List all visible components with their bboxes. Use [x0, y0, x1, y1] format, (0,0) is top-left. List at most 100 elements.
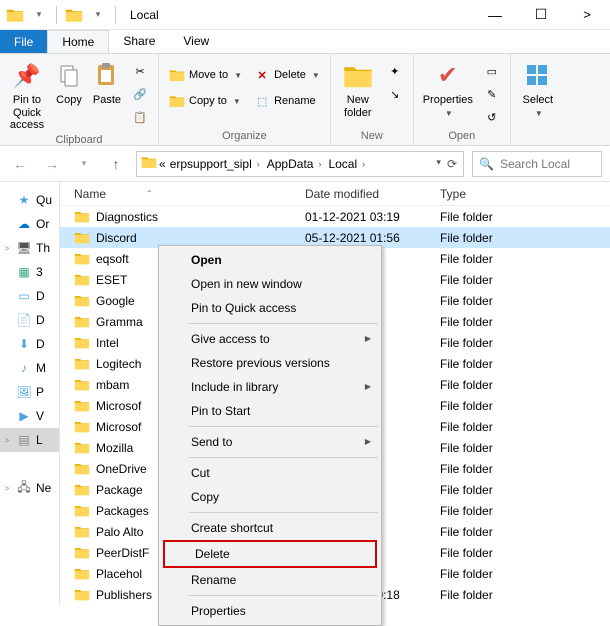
select-button[interactable]: Select ▼ — [517, 58, 559, 118]
cloud-icon: ☁ — [16, 216, 32, 232]
file-type: File folder — [440, 462, 610, 476]
file-type: File folder — [440, 546, 610, 560]
sidebar-item[interactable]: ⬇D — [0, 332, 59, 356]
folder-icon — [74, 504, 90, 518]
music-icon: ♪ — [16, 360, 32, 376]
search-box[interactable]: 🔍 Search Local — [472, 151, 602, 177]
copy-path-small-button[interactable]: 🔗 — [128, 83, 152, 105]
paste-shortcut-small-button[interactable]: 📋 — [128, 106, 152, 128]
breadcrumb-item[interactable]: erpsupport_sipl› — [168, 157, 265, 171]
new-item-button[interactable]: ✦ — [383, 60, 407, 82]
file-type: File folder — [440, 483, 610, 497]
tab-view[interactable]: View — [169, 30, 223, 53]
column-headers[interactable]: Name⌃ Date modified Type — [60, 182, 610, 206]
ctx-restore-versions[interactable]: Restore previous versions — [161, 351, 379, 375]
ctx-delete[interactable]: Delete — [165, 542, 375, 566]
move-to-button[interactable]: Move to▼ — [165, 64, 246, 86]
ctx-open-new-window[interactable]: Open in new window — [161, 272, 379, 296]
sidebar-item[interactable]: >🖥Th — [0, 236, 59, 260]
minimize-button[interactable]: — — [472, 0, 518, 30]
file-type: File folder — [440, 525, 610, 539]
tab-file[interactable]: File — [0, 30, 47, 53]
properties-button[interactable]: ✔ Properties ▼ — [420, 58, 476, 118]
tab-share[interactable]: Share — [109, 30, 169, 53]
folder-icon — [74, 315, 90, 329]
sidebar-item[interactable]: ♪M — [0, 356, 59, 380]
folder-icon — [4, 4, 26, 26]
sidebar-item[interactable]: ☁Or — [0, 212, 59, 236]
pin-to-quick-access-button[interactable]: 📌 Pin to Quick access — [6, 58, 48, 132]
ctx-open[interactable]: Open — [161, 248, 379, 272]
col-type[interactable]: Type — [440, 187, 610, 201]
sidebar-item[interactable]: 📄D — [0, 308, 59, 332]
file-name: Package — [96, 483, 143, 497]
ctx-include-in-library[interactable]: Include in library — [161, 375, 379, 399]
doc-icon: 📄 — [16, 312, 32, 328]
maximize-button[interactable]: ☐ — [518, 0, 564, 30]
qat-overflow-icon[interactable]: ▾ — [28, 4, 50, 26]
sidebar-item[interactable] — [0, 452, 59, 476]
file-name: Discord — [96, 231, 137, 245]
copy-button[interactable]: Copy — [52, 58, 86, 107]
ctx-copy[interactable]: Copy — [161, 485, 379, 509]
sidebar-item[interactable]: ▶V — [0, 404, 59, 428]
sidebar-item[interactable]: ▦3 — [0, 260, 59, 284]
col-date[interactable]: Date modified — [305, 187, 440, 201]
address-bar[interactable]: « erpsupport_sipl› AppData› Local› ▾ ⟳ — [136, 151, 464, 177]
ctx-give-access-to[interactable]: Give access to — [161, 327, 379, 351]
tab-home[interactable]: Home — [47, 30, 109, 53]
file-type: File folder — [440, 399, 610, 413]
forward-button[interactable]: → — [40, 152, 64, 176]
chevron-down-icon[interactable]: ▾ — [87, 4, 109, 26]
new-folder-button[interactable]: New folder — [337, 58, 379, 119]
recent-locations-button[interactable]: ▾ — [72, 152, 96, 176]
close-button[interactable]: > — [564, 0, 610, 30]
ctx-create-shortcut[interactable]: Create shortcut — [161, 516, 379, 540]
move-to-icon — [169, 67, 185, 83]
ctx-rename[interactable]: Rename — [161, 568, 379, 592]
back-button[interactable]: ← — [8, 152, 32, 176]
ctx-properties[interactable]: Properties — [161, 599, 379, 623]
ctx-pin-quick-access[interactable]: Pin to Quick access — [161, 296, 379, 320]
folder-icon — [74, 525, 90, 539]
sidebar-item[interactable]: >▤L — [0, 428, 59, 452]
file-type: File folder — [440, 504, 610, 518]
sidebar-item-label: V — [36, 409, 44, 423]
new-folder-icon — [342, 60, 374, 92]
refresh-icon[interactable]: ⟳ — [447, 157, 457, 171]
history-icon: ↺ — [484, 109, 500, 125]
col-name[interactable]: Name — [74, 187, 106, 201]
pc-icon: 🖥 — [16, 240, 32, 256]
cut-small-button[interactable]: ✂ — [128, 60, 152, 82]
sidebar-item-label: Th — [36, 241, 50, 255]
sidebar-item[interactable]: ★Qu — [0, 188, 59, 212]
breadcrumb-item[interactable]: Local› — [326, 157, 370, 171]
up-button[interactable]: ↑ — [104, 152, 128, 176]
ribbon-tabs: File Home Share View — [0, 30, 610, 54]
file-type: File folder — [440, 420, 610, 434]
sidebar-item[interactable]: >🖧Ne — [0, 476, 59, 500]
properties-icon: ✔ — [432, 60, 464, 92]
folder-icon — [74, 210, 90, 224]
table-row[interactable]: Diagnostics01-12-2021 03:19File folder — [60, 206, 610, 227]
group-organize: Move to▼ Copy to▼ ✕Delete▼ ⬚Rename Organ… — [159, 54, 331, 145]
copy-icon — [53, 60, 85, 92]
copy-to-button[interactable]: Copy to▼ — [165, 90, 246, 112]
easy-access-button[interactable]: ↘ — [383, 83, 407, 105]
ctx-pin-to-start[interactable]: Pin to Start — [161, 399, 379, 423]
sidebar-item[interactable]: 🖼P — [0, 380, 59, 404]
paste-button[interactable]: Paste — [90, 58, 124, 107]
ctx-cut[interactable]: Cut — [161, 461, 379, 485]
sidebar-item[interactable]: ▭D — [0, 284, 59, 308]
history-small-button[interactable]: ↺ — [480, 106, 504, 128]
address-dropdown-icon[interactable]: ▾ — [436, 157, 441, 171]
breadcrumb-item[interactable]: AppData› — [265, 157, 327, 171]
group-label: Clipboard — [6, 132, 152, 149]
ctx-send-to[interactable]: Send to — [161, 430, 379, 454]
folder-icon — [74, 231, 90, 245]
breadcrumb-prefix[interactable]: « — [157, 157, 168, 171]
open-small-button[interactable]: ▭ — [480, 60, 504, 82]
edit-small-button[interactable]: ✎ — [480, 83, 504, 105]
rename-button[interactable]: ⬚Rename — [250, 90, 324, 112]
delete-button[interactable]: ✕Delete▼ — [250, 64, 324, 86]
